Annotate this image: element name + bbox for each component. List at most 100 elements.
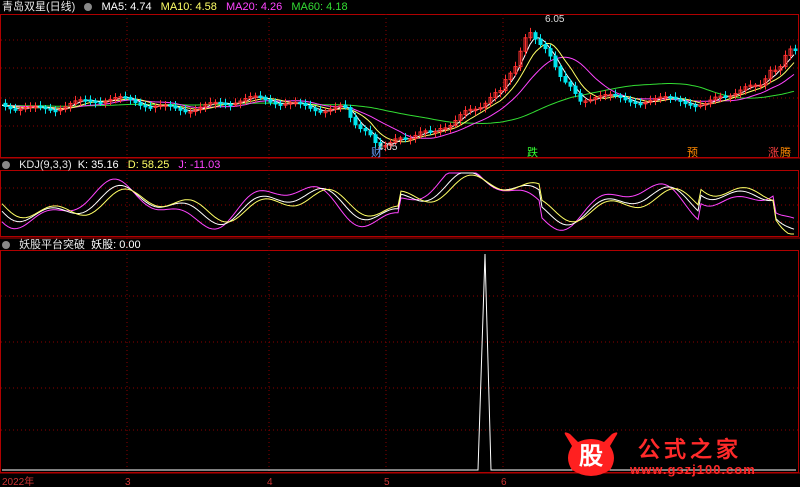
candle-body [43,106,48,110]
candle-body [218,101,223,105]
x-axis-label: 2022年 [2,475,34,487]
candle-body [268,99,273,103]
candle-body [533,32,538,40]
signal-title[interactable]: 妖股平台突破 [19,239,85,251]
settings-icon[interactable] [2,161,10,169]
candle-body [168,104,173,107]
candle-body [693,104,698,108]
candle-body [138,102,143,106]
candle-body [688,103,693,106]
candle-body [553,55,558,68]
candle-body [578,92,583,102]
kdj-d-label: D: 58.25 [127,159,170,171]
ma5-line [1,37,795,145]
candle-body [123,96,128,99]
main-panel-header: 青岛双星(日线) MA5: 4.74 MA10: 4.58 MA20: 4.26… [2,0,354,14]
x-axis-label: 5 [384,477,390,487]
candle-body [83,99,88,102]
candle-body [148,106,153,109]
candle-body [673,96,678,100]
kdj-title[interactable]: KDJ(9,3,3) [19,159,72,171]
candle-body [223,102,228,106]
candle-body [13,108,18,111]
candle-body [723,95,728,99]
candle-body [793,48,798,51]
candle-body [38,105,43,109]
candle-body [178,107,183,111]
watermark: 股 公式之家 www.gszj100.com [560,426,790,484]
candle-body [348,107,353,118]
candle-body [428,130,433,133]
x-axis-label: 4 [267,477,273,487]
candle-body [98,101,103,105]
candle-body [358,124,363,130]
candle-body [363,128,368,132]
candle-body [48,108,53,111]
candle-body [403,137,408,140]
kdj-k-label: K: 35.16 [77,159,119,171]
ma60-label: MA60: 4.18 [291,1,348,13]
candle-body [538,38,543,45]
kdj-panel-header: KDJ(9,3,3) K: 35.16 D: 58.25 J: -11.03 [2,158,226,172]
candle-body [618,94,623,98]
candle-body [638,102,643,106]
candle-body [628,99,633,103]
signal-marker-label: 预 [687,146,698,159]
candle-body [53,109,58,113]
candle-body [558,66,563,77]
candle-body [303,102,308,106]
candle-body [278,103,283,106]
candle-body [93,100,98,104]
candle-body [183,109,188,113]
settings-icon[interactable] [2,241,10,249]
candle-body [368,130,373,136]
candle-body [373,134,378,144]
high-marker: 6.05 [545,14,565,25]
x-axis-label: 3 [125,477,131,487]
signal-marker-label: 腾 [780,145,791,159]
candle-body [133,99,138,104]
signal-marker-label: 财 [371,145,382,159]
watermark-badge-char: 股 [579,442,603,470]
kdj-j-label: J: -11.03 [178,159,221,171]
panel-frame [0,14,799,158]
signal-marker-label: 涨 [768,146,779,159]
candle-body [573,85,578,94]
candle-body [633,101,638,104]
candle-body [318,110,323,113]
candle-body [548,48,553,57]
candle-body [273,101,278,105]
candle-body [143,104,148,108]
candle-body [313,107,318,112]
signal-panel-header: 妖股平台突破 妖股: 0.00 [2,238,147,252]
ma5-label: MA5: 4.74 [101,1,152,13]
candle-body [3,102,8,107]
candle-body [563,75,568,83]
watermark-text: 公式之家 [638,438,743,463]
signal-value-label: 妖股: 0.00 [91,239,141,251]
settings-icon[interactable] [84,3,93,11]
candle-body [568,81,573,87]
candle-body [678,98,683,102]
candle-body [613,93,618,97]
candle-body [263,96,268,101]
candle-body [308,104,313,109]
stock-title[interactable]: 青岛双星(日线) [2,1,75,13]
kdj-d-line [1,174,794,235]
ma60-line [2,83,795,125]
ma20-label: MA20: 4.26 [225,1,283,13]
candle-body [173,105,178,109]
watermark-url: www.gszj100.com [630,462,756,477]
candle-body [543,43,548,50]
candle-body [228,103,233,107]
candle-body [8,105,13,110]
candle-body [343,104,348,109]
candle-body [258,95,263,99]
signal-marker-label: 跌 [527,145,538,159]
candle-body [353,116,358,126]
candle-body [298,101,303,105]
ma10-label: MA10: 4.58 [160,1,217,13]
candle-body [88,99,93,102]
x-axis-label: 6 [501,477,507,487]
watermark-badge-icon: 股 [564,432,618,476]
